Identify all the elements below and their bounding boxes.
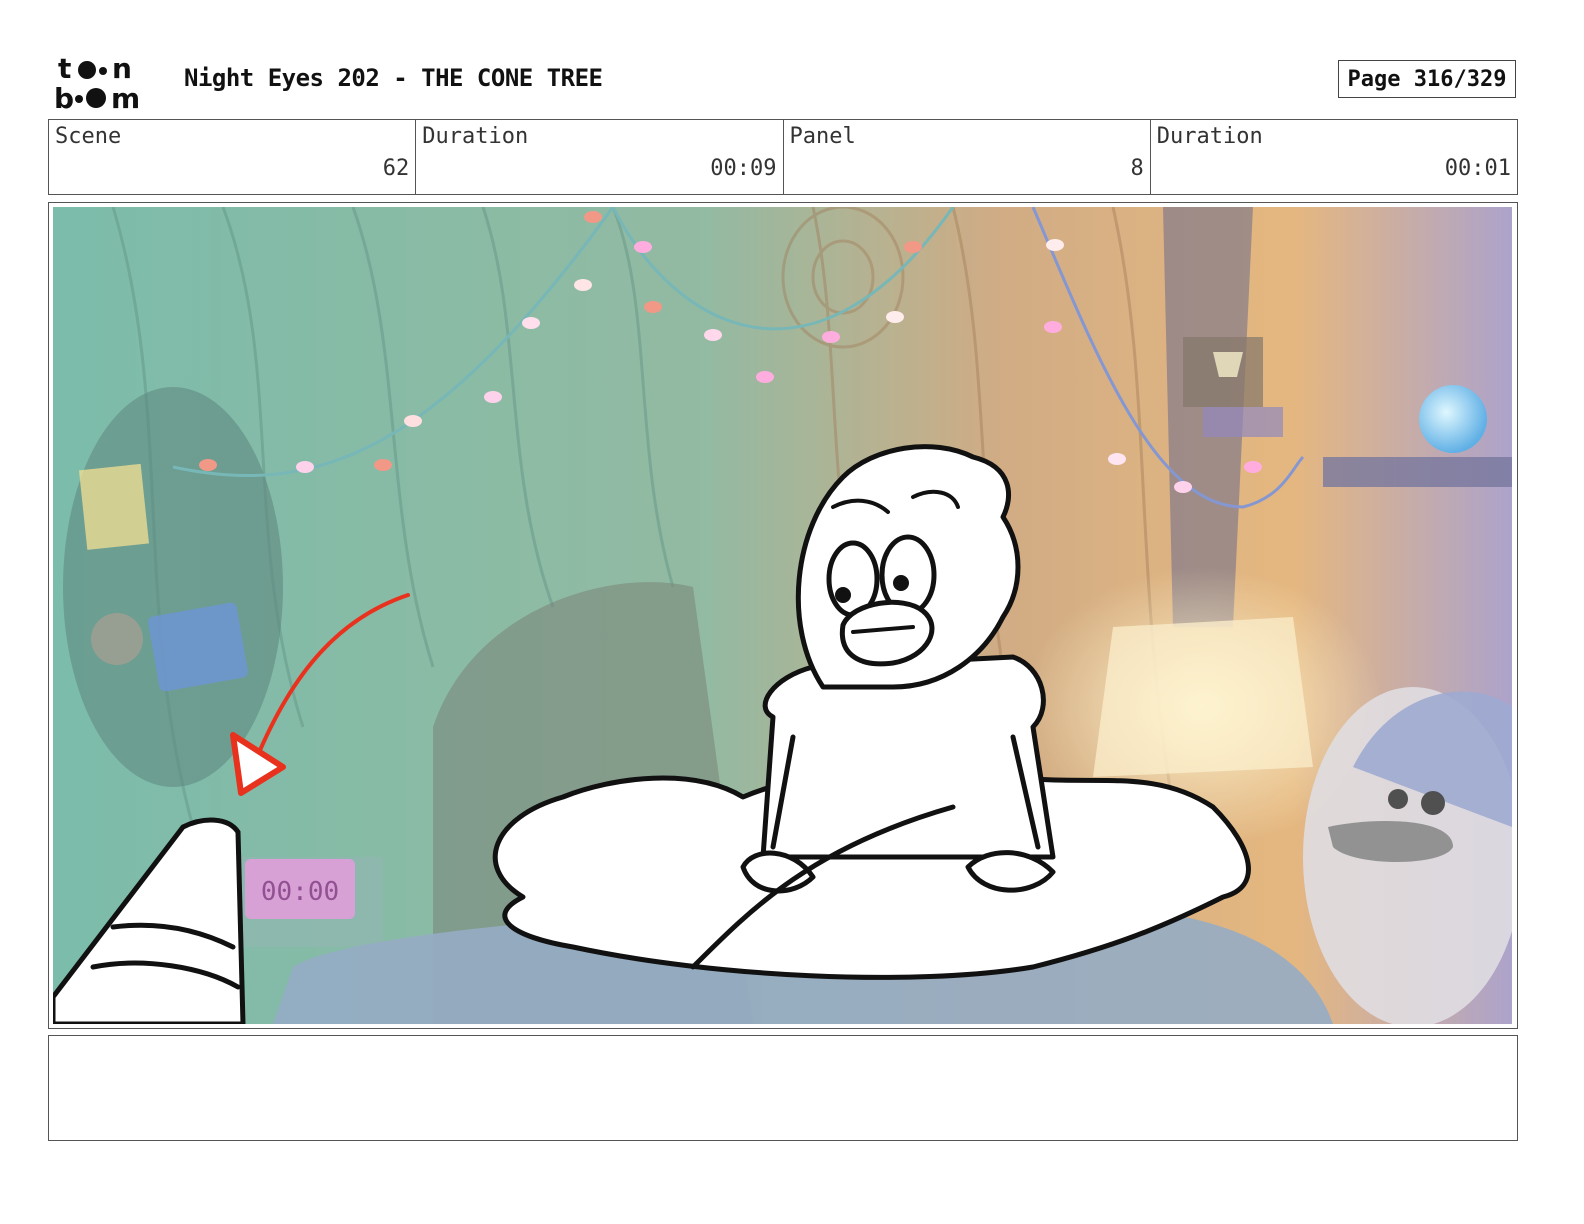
scene-duration-value: 00:09 <box>710 156 777 181</box>
scene-label: Scene <box>55 124 122 149</box>
panel-label: Panel <box>789 124 856 149</box>
storyboard-panel: 00:00 <box>48 202 1518 1029</box>
panel-duration-cell: Duration 00:01 <box>1151 120 1517 194</box>
panel-duration-value: 00:01 <box>1444 156 1511 181</box>
toon-boom-logo: t n b m <box>52 52 164 115</box>
panel-artwork: 00:00 <box>53 207 1512 1024</box>
scene-value: 62 <box>382 156 410 181</box>
panel-duration-label: Duration <box>1156 124 1263 149</box>
scene-cell: Scene 62 <box>49 120 417 194</box>
page-indicator: Page 316/329 <box>1338 60 1516 98</box>
panel-illustration: 00:00 <box>53 207 1512 1024</box>
scene-duration-label: Duration <box>422 124 529 149</box>
svg-text:n: n <box>112 52 132 85</box>
toon-boom-logo-mark: t n b m <box>54 52 140 115</box>
svg-text:m: m <box>111 82 140 112</box>
svg-text:t: t <box>58 52 71 85</box>
page-label: Page 316/329 <box>1347 66 1507 92</box>
scene-info-row: Scene 62 Duration 00:09 Panel 8 Duration… <box>48 119 1518 195</box>
panel-value: 8 <box>1130 156 1144 181</box>
panel-cell: Panel 8 <box>784 120 1151 194</box>
document-title: Night Eyes 202 - THE CONE TREE <box>184 64 603 92</box>
scene-duration-cell: Duration 00:09 <box>416 120 784 194</box>
svg-text:b: b <box>54 82 74 112</box>
panel-notes <box>48 1035 1518 1141</box>
